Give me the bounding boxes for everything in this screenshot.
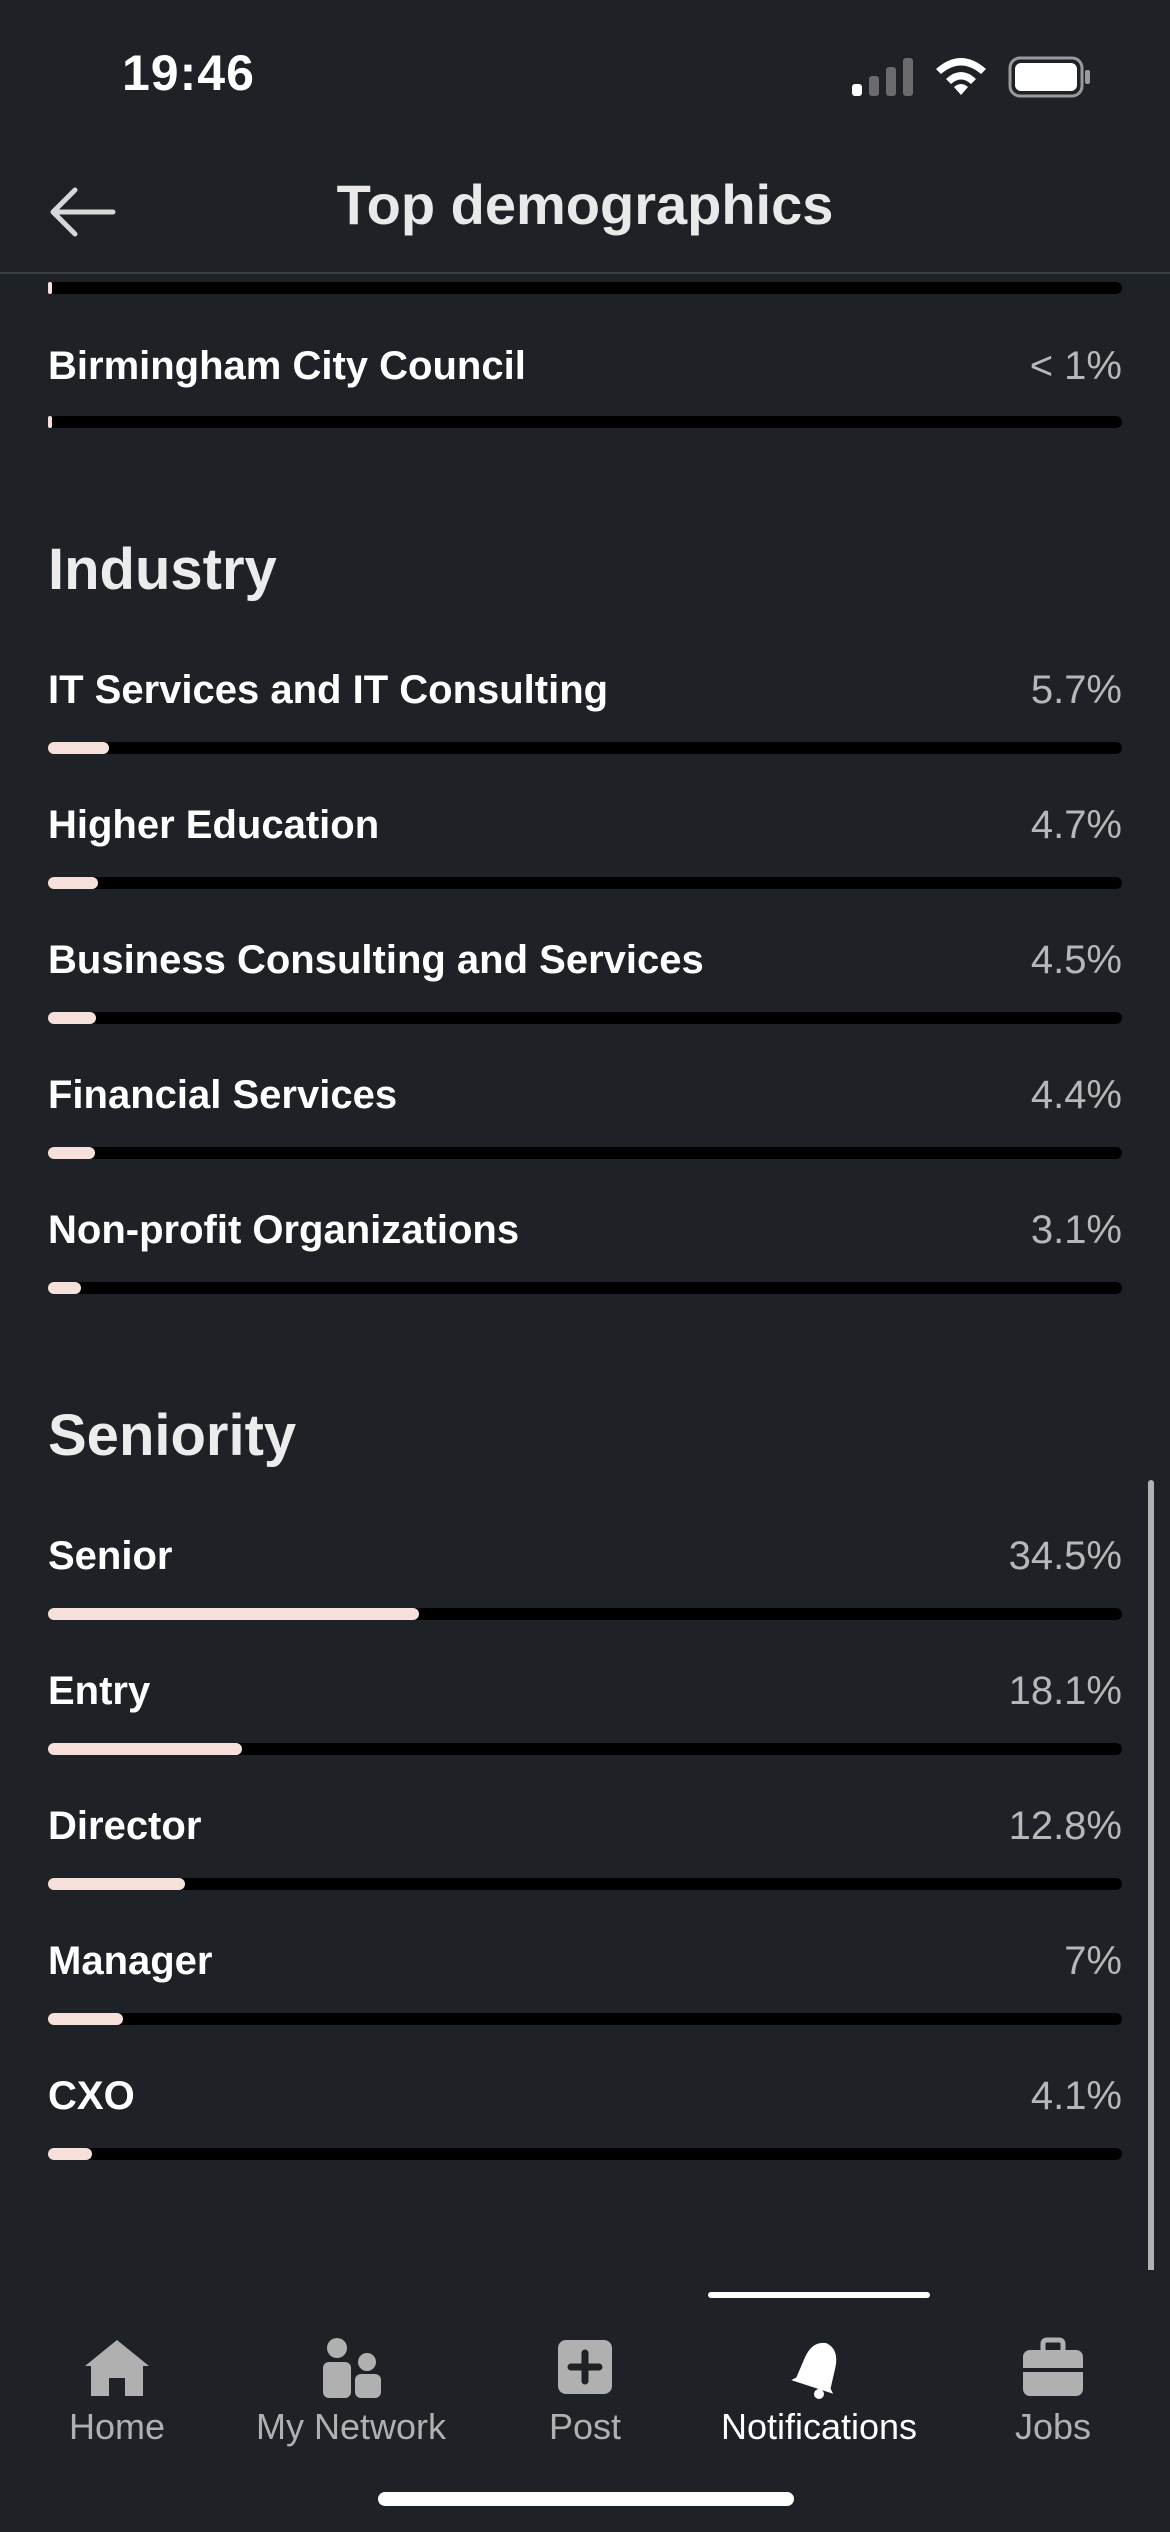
tab-label: Jobs: [1014, 2406, 1092, 2447]
item-label: Birmingham City Council: [48, 344, 526, 388]
item-value: 4.4%: [1030, 1073, 1122, 1117]
item-value: 4.5%: [1030, 938, 1122, 982]
item-value: 4.1%: [1030, 2074, 1122, 2118]
tab-my-network[interactable]: My Network: [234, 2306, 468, 2486]
bar-track: [48, 2148, 1122, 2160]
scrollbar[interactable]: [1148, 1480, 1154, 2286]
bar-track: [48, 742, 1122, 754]
bar-fill: [48, 1743, 242, 1755]
demographics-content[interactable]: Birmingham City Council < 1% Industry IT…: [0, 274, 1170, 2274]
item-value: 12.8%: [1008, 1804, 1122, 1848]
cellular-signal-icon: [852, 58, 913, 96]
section-title-industry: Industry: [48, 537, 277, 602]
item-value: 18.1%: [1008, 1669, 1122, 1713]
list-item: Senior 34.5%: [48, 1534, 1122, 1594]
tab-post[interactable]: Post: [468, 2306, 702, 2486]
list-item: Entry 18.1%: [48, 1669, 1122, 1729]
home-icon: [85, 2340, 149, 2396]
bell-icon: [791, 2342, 837, 2399]
bar-fill: [48, 1878, 185, 1890]
item-label: Business Consulting and Services: [48, 938, 704, 982]
bar-fill: [48, 416, 52, 428]
bar-track: [48, 1608, 1122, 1620]
active-tab-indicator: [708, 2292, 930, 2298]
bar-fill: [48, 1147, 95, 1159]
wifi-icon: [936, 58, 986, 95]
bar-fill: [48, 2148, 92, 2160]
list-item: IT Services and IT Consulting 5.7%: [48, 668, 1122, 728]
bar-track: [48, 1743, 1122, 1755]
status-time: 19:46: [122, 45, 255, 101]
tab-label: Home: [68, 2406, 166, 2447]
post-icon: [558, 2340, 612, 2394]
tab-label: Notifications: [720, 2406, 918, 2447]
tab-notifications[interactable]: Notifications: [702, 2306, 936, 2486]
item-value: < 1%: [1029, 344, 1122, 388]
bar-track: [48, 416, 1122, 428]
item-value: 7%: [1064, 1939, 1122, 1983]
tab-home[interactable]: Home: [0, 2306, 234, 2486]
bar-fill: [48, 877, 98, 889]
briefcase-icon: [1023, 2337, 1083, 2396]
page-title: Top demographics: [336, 173, 834, 236]
tab-label: Post: [548, 2406, 622, 2447]
item-label: Financial Services: [48, 1073, 398, 1117]
status-bar: 19:46: [0, 0, 1170, 150]
bar-fill: [48, 1012, 96, 1024]
item-label: Director: [48, 1804, 202, 1848]
item-label: CXO: [48, 2074, 135, 2118]
item-value: 4.7%: [1030, 803, 1122, 847]
bar-fill: [48, 1282, 81, 1294]
battery-icon: [1008, 56, 1090, 98]
item-value: 5.7%: [1030, 668, 1122, 712]
bar-track: [48, 877, 1122, 889]
nav-header: Top demographics: [0, 150, 1170, 274]
bar-fill: [48, 1608, 419, 1620]
list-item: Non-profit Organizations 3.1%: [48, 1208, 1122, 1268]
network-icon: [323, 2338, 381, 2398]
bar-track: [48, 1012, 1122, 1024]
bar-track: [48, 2013, 1122, 2025]
list-item: Manager 7%: [48, 1939, 1122, 1999]
bar-fill: [48, 2013, 123, 2025]
list-item: Higher Education 4.7%: [48, 803, 1122, 863]
list-item: Business Consulting and Services 4.5%: [48, 938, 1122, 998]
bar-track: [48, 1282, 1122, 1294]
section-title-seniority: Seniority: [48, 1403, 297, 1468]
item-label: Senior: [48, 1534, 173, 1578]
item-label: Manager: [48, 1939, 213, 1983]
item-value: 3.1%: [1030, 1208, 1122, 1252]
home-indicator: [378, 2492, 794, 2506]
bar-track: [48, 282, 1122, 294]
item-value: 34.5%: [1008, 1534, 1122, 1578]
list-item: Birmingham City Council < 1%: [48, 344, 1122, 404]
item-label: IT Services and IT Consulting: [48, 668, 609, 712]
tab-label: My Network: [255, 2406, 447, 2447]
bar-fill: [48, 282, 52, 294]
list-item: CXO 4.1%: [48, 2074, 1122, 2134]
item-label: Higher Education: [48, 803, 380, 847]
bar-track: [48, 1147, 1122, 1159]
item-label: Entry: [48, 1669, 151, 1713]
list-item: Financial Services 4.4%: [48, 1073, 1122, 1133]
list-item: Director 12.8%: [48, 1804, 1122, 1864]
bar-fill: [48, 742, 109, 754]
bar-track: [48, 1878, 1122, 1890]
tab-jobs[interactable]: Jobs: [936, 2306, 1170, 2486]
item-label: Non-profit Organizations: [48, 1208, 520, 1252]
